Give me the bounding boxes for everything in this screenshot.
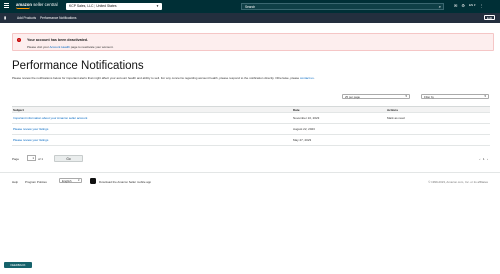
table-row: Important information about your Amazon … [12, 113, 490, 124]
bookmark-icon[interactable]: ▮ [4, 15, 6, 20]
feedback-button[interactable]: FEEDBACK [4, 262, 32, 268]
nav-link-add-products[interactable]: Add Products [17, 16, 36, 20]
go-button[interactable]: Go [54, 155, 83, 162]
more-icon[interactable]: ⋮ [479, 3, 483, 8]
amazon-smile-icon [16, 7, 30, 9]
per-page-value: 25 per page [345, 95, 360, 99]
mark-as-read-action[interactable]: Mark as read [387, 113, 405, 124]
page-footer: Help Program Policies English ▼ Download… [0, 172, 500, 186]
page-total-label: of 1 [38, 156, 44, 161]
pagination-nav: ‹ 1 › [479, 157, 488, 161]
per-page-select[interactable]: 25 per page ▼ [342, 94, 410, 100]
mobile-app-icon[interactable] [90, 177, 96, 184]
account-health-link[interactable]: Account Health [50, 45, 70, 49]
hamburger-menu-icon[interactable] [4, 3, 10, 9]
store-region: United States [96, 4, 117, 8]
store-name: KCP Sales, LLC [69, 4, 94, 8]
notification-subject-link[interactable]: Please review your listings [13, 135, 48, 146]
alert-icon: ! [17, 37, 21, 42]
top-navigation-bar: amazon seller central KCP Sales, LLC | U… [0, 0, 500, 13]
alert-text-after: page to reactivate your account. [69, 44, 114, 49]
store-selector[interactable]: KCP Sales, LLC | United States ▼ [66, 3, 162, 10]
alert-title: Your account has been deactivated. [27, 37, 89, 42]
previous-page-icon[interactable]: ‹ [479, 157, 480, 161]
notification-subject-link[interactable]: Please review your listings [13, 124, 48, 135]
language-selector[interactable]: EN ▾ [469, 3, 476, 8]
seller-central-logo[interactable]: amazon seller central [16, 2, 58, 9]
filter-select[interactable]: Filter by ▼ [421, 94, 489, 100]
search-icon[interactable]: ⌕ [439, 4, 441, 10]
secondary-navigation-bar: ▮ Add Products Performance Notifications… [0, 13, 500, 23]
edit-button[interactable]: Edit [484, 15, 495, 21]
nav-link-performance-notifications[interactable]: Performance Notifications [40, 16, 77, 20]
help-link[interactable]: Help [12, 180, 18, 184]
description-text: Please review the notifications below fo… [12, 76, 301, 80]
search-input[interactable]: Search ⌕ [241, 3, 444, 10]
notifications-table: Subject Date Actions Important informati… [12, 106, 490, 146]
page-title: Performance Notifications [12, 60, 144, 72]
mail-icon[interactable]: ✉ [454, 3, 457, 8]
table-row: Please review your listings August 22, 2… [12, 124, 490, 135]
alert-text: Please visit your Account Health page to… [27, 45, 113, 49]
feedback-label: FEEDBACK [10, 263, 26, 267]
chevron-down-icon: ▼ [404, 95, 408, 98]
top-icons-group: ✉ ⚙ EN ▾ ⋮ [454, 3, 483, 8]
contact-us-link[interactable]: contact us [300, 76, 314, 80]
program-policies-link[interactable]: Program Policies [25, 180, 47, 184]
current-page-number[interactable]: 1 [483, 157, 485, 161]
chevron-down-icon: ▼ [77, 179, 80, 183]
logo-seller-central-text: seller central [33, 2, 58, 8]
page-number-input[interactable]: 1 [27, 155, 36, 161]
description-end: . [313, 76, 315, 80]
notification-subject-link[interactable]: Important information about your Amazon … [13, 113, 87, 124]
next-page-icon[interactable]: › [487, 157, 488, 161]
page-label: Page [12, 156, 20, 161]
notification-date: May 27, 2023 [293, 138, 312, 142]
filter-value: Filter by [424, 95, 434, 99]
notification-date: November 10, 2023 [293, 116, 320, 120]
table-row: Please review your listings May 27, 2023 [12, 135, 490, 146]
mobile-app-link[interactable]: Download the Amazon Seller mobile app [99, 180, 151, 184]
language-code: EN [468, 3, 474, 7]
copyright-text: © 1999-2023, Amazon.com, Inc. or its aff… [428, 179, 488, 184]
search-placeholder: Search [245, 5, 256, 9]
footer-language-value: English [62, 179, 72, 184]
gear-icon[interactable]: ⚙ [461, 3, 465, 8]
footer-language-select[interactable]: English ▼ [59, 178, 82, 184]
chevron-down-icon: ▼ [156, 4, 159, 8]
alert-text-before: Please visit your [27, 44, 50, 49]
page-description: Please review the notifications below fo… [12, 76, 490, 80]
chevron-down-icon: ▼ [483, 95, 487, 98]
notification-date: August 22, 2023 [293, 127, 315, 131]
deactivation-alert: ! Your account has been deactivated. Ple… [12, 33, 494, 51]
